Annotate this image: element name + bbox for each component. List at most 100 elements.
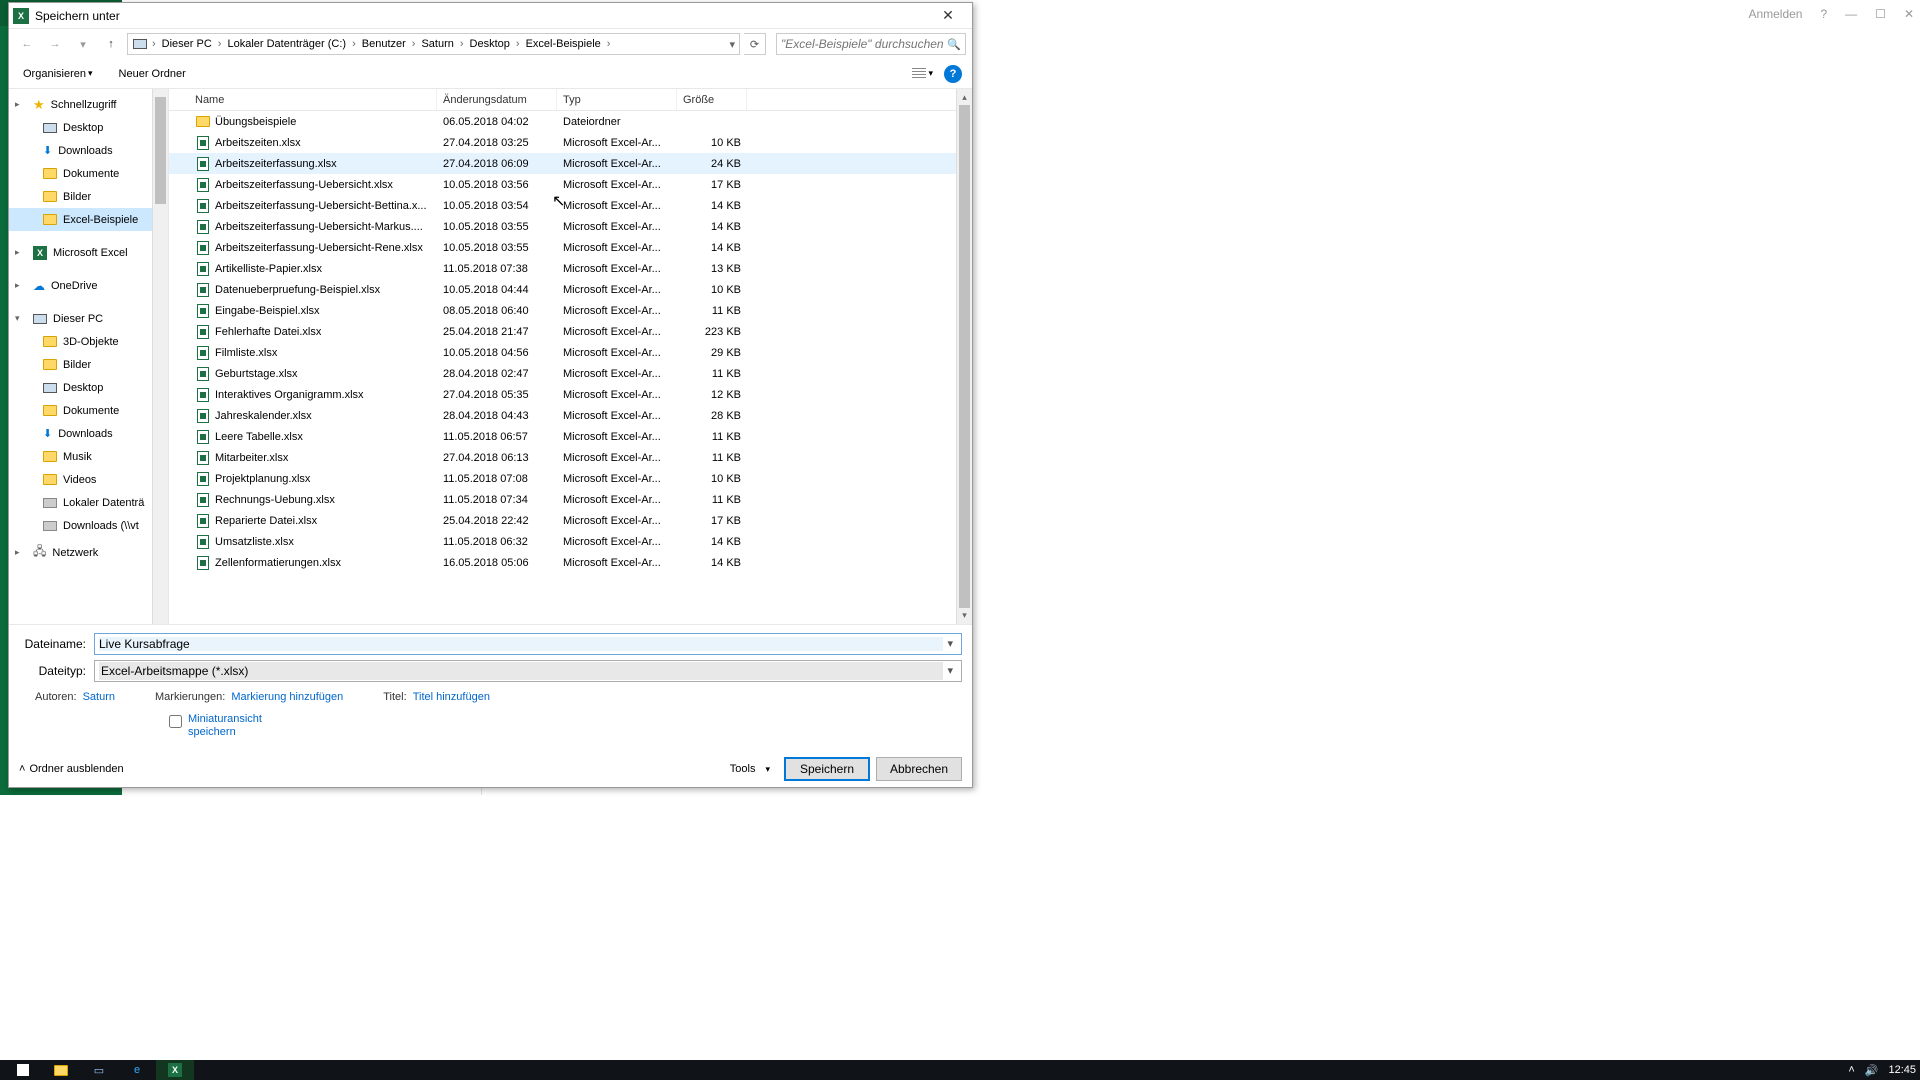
file-row[interactable]: Arbeitszeiterfassung-Uebersicht-Bettina.… bbox=[169, 195, 972, 216]
nav-up-button[interactable]: ↑ bbox=[99, 33, 123, 55]
file-row[interactable]: Leere Tabelle.xlsx11.05.2018 06:57Micros… bbox=[169, 426, 972, 447]
file-row[interactable]: Projektplanung.xlsx11.05.2018 07:08Micro… bbox=[169, 468, 972, 489]
file-row[interactable]: Eingabe-Beispiel.xlsx08.05.2018 06:40Mic… bbox=[169, 300, 972, 321]
filename-input[interactable] bbox=[99, 637, 943, 651]
nav-back-button[interactable]: ← bbox=[15, 33, 39, 55]
file-row[interactable]: Zellenformatierungen.xlsx16.05.2018 05:0… bbox=[169, 552, 972, 573]
hide-folders-button[interactable]: ˄ Ordner ausblenden bbox=[19, 763, 124, 775]
breadcrumb-item[interactable]: Benutzer bbox=[358, 38, 410, 50]
tree-onedrive[interactable]: ▸☁OneDrive bbox=[9, 274, 168, 297]
tree-network[interactable]: ▸🖧Netzwerk bbox=[9, 541, 168, 564]
col-type[interactable]: Typ bbox=[557, 89, 677, 110]
tree-quick-access[interactable]: ▸★Schnellzugriff bbox=[9, 93, 168, 116]
nav-forward-button[interactable]: → bbox=[43, 33, 67, 55]
scrollbar-thumb[interactable] bbox=[959, 105, 970, 608]
file-row[interactable]: Übungsbeispiele06.05.2018 04:02Dateiordn… bbox=[169, 111, 972, 132]
excel-close-icon[interactable]: ✕ bbox=[1904, 7, 1914, 21]
tree-music[interactable]: Musik bbox=[9, 445, 168, 468]
tree-excel-beispiele[interactable]: Excel-Beispiele bbox=[9, 208, 168, 231]
caret-down-icon[interactable]: ▾ bbox=[943, 637, 957, 650]
file-row[interactable]: Interaktives Organigramm.xlsx27.04.2018 … bbox=[169, 384, 972, 405]
search-box[interactable]: 🔍 bbox=[776, 33, 966, 55]
title-value[interactable]: Titel hinzufügen bbox=[413, 691, 490, 703]
cancel-button[interactable]: Abbrechen bbox=[876, 757, 962, 781]
tray-volume-icon[interactable]: 🔊 bbox=[1865, 1064, 1879, 1077]
taskbar-excel-icon[interactable]: X bbox=[156, 1060, 194, 1080]
navigation-tree[interactable]: ▸★Schnellzugriff Desktop ⬇Downloads Doku… bbox=[9, 89, 169, 624]
breadcrumb-item[interactable]: Desktop bbox=[466, 38, 514, 50]
file-row[interactable]: Arbeitszeiten.xlsx27.04.2018 03:25Micros… bbox=[169, 132, 972, 153]
taskbar-edge-icon[interactable]: e bbox=[118, 1060, 156, 1080]
breadcrumb-dropdown-icon[interactable]: ▾ bbox=[727, 38, 737, 51]
file-row[interactable]: Filmliste.xlsx10.05.2018 04:56Microsoft … bbox=[169, 342, 972, 363]
tree-pictures[interactable]: Bilder bbox=[9, 185, 168, 208]
search-input[interactable] bbox=[781, 37, 947, 51]
authors-value[interactable]: Saturn bbox=[83, 691, 115, 703]
scroll-up-icon[interactable]: ▴ bbox=[957, 89, 972, 105]
file-row[interactable]: Rechnungs-Uebung.xlsx11.05.2018 07:34Mic… bbox=[169, 489, 972, 510]
thumbnail-checkbox[interactable] bbox=[169, 715, 182, 728]
excel-minimize-icon[interactable]: — bbox=[1845, 7, 1857, 21]
filename-combo[interactable]: ▾ bbox=[94, 633, 962, 655]
new-folder-button[interactable]: Neuer Ordner bbox=[115, 66, 190, 82]
filetype-combo[interactable]: Excel-Arbeitsmappe (*.xlsx) ▾ bbox=[94, 660, 962, 682]
file-row[interactable]: Arbeitszeiterfassung-Uebersicht-Rene.xls… bbox=[169, 237, 972, 258]
refresh-button[interactable]: ⟳ bbox=[744, 33, 766, 55]
taskbar[interactable]: ▭ e X ˄ 🔊 12:45 bbox=[0, 1060, 1920, 1080]
caret-down-icon[interactable]: ▾ bbox=[943, 664, 957, 677]
file-row[interactable]: Jahreskalender.xlsx28.04.2018 04:43Micro… bbox=[169, 405, 972, 426]
tree-ms-excel[interactable]: ▸XMicrosoft Excel bbox=[9, 241, 168, 264]
file-scrollbar[interactable]: ▴ ▾ bbox=[956, 89, 972, 624]
file-row[interactable]: Artikelliste-Papier.xlsx11.05.2018 07:38… bbox=[169, 258, 972, 279]
file-row[interactable]: Datenueberpruefung-Beispiel.xlsx10.05.20… bbox=[169, 279, 972, 300]
tree-downloads[interactable]: ⬇Downloads bbox=[9, 139, 168, 162]
tree-documents[interactable]: Dokumente bbox=[9, 162, 168, 185]
file-row[interactable]: Reparierte Datei.xlsx25.04.2018 22:42Mic… bbox=[169, 510, 972, 531]
tree-desktop-pc[interactable]: Desktop bbox=[9, 376, 168, 399]
organize-button[interactable]: Organisieren ▾ bbox=[19, 66, 97, 82]
breadcrumb-item[interactable]: Dieser PC bbox=[158, 38, 216, 50]
col-date[interactable]: Änderungsdatum bbox=[437, 89, 557, 110]
nav-recent-button[interactable]: ▾ bbox=[71, 33, 95, 55]
dialog-close-button[interactable]: ✕ bbox=[928, 5, 968, 27]
tree-desktop[interactable]: Desktop bbox=[9, 116, 168, 139]
col-name[interactable]: Name bbox=[189, 89, 437, 110]
scroll-down-icon[interactable]: ▾ bbox=[957, 608, 972, 624]
tree-local-disk[interactable]: Lokaler Datenträ bbox=[9, 491, 168, 514]
breadcrumb-item[interactable]: Excel-Beispiele bbox=[522, 38, 605, 50]
breadcrumb-item[interactable]: Lokaler Datenträger (C:) bbox=[223, 38, 350, 50]
view-mode-button[interactable]: ▾ bbox=[907, 65, 938, 83]
file-row[interactable]: Arbeitszeiterfassung.xlsx27.04.2018 06:0… bbox=[169, 153, 972, 174]
tree-this-pc[interactable]: ▾Dieser PC bbox=[9, 307, 168, 330]
breadcrumb-item[interactable]: Saturn bbox=[417, 38, 457, 50]
tree-3d-objects[interactable]: 3D-Objekte bbox=[9, 330, 168, 353]
start-button[interactable] bbox=[4, 1060, 42, 1080]
tree-scrollbar[interactable] bbox=[152, 89, 168, 624]
file-row[interactable]: Arbeitszeiterfassung-Uebersicht.xlsx10.0… bbox=[169, 174, 972, 195]
tree-downloads-pc[interactable]: ⬇Downloads bbox=[9, 422, 168, 445]
search-icon[interactable]: 🔍 bbox=[947, 38, 961, 51]
tree-pictures-pc[interactable]: Bilder bbox=[9, 353, 168, 376]
taskbar-time[interactable]: 12:45 bbox=[1888, 1064, 1916, 1076]
file-row[interactable]: Arbeitszeiterfassung-Uebersicht-Markus..… bbox=[169, 216, 972, 237]
file-row[interactable]: Fehlerhafte Datei.xlsx25.04.2018 21:47Mi… bbox=[169, 321, 972, 342]
file-row[interactable]: Umsatzliste.xlsx11.05.2018 06:32Microsof… bbox=[169, 531, 972, 552]
file-list[interactable]: Übungsbeispiele06.05.2018 04:02Dateiordn… bbox=[169, 111, 972, 624]
tray-expand-icon[interactable]: ˄ bbox=[1848, 1064, 1854, 1076]
tools-button[interactable]: Tools ▾ bbox=[722, 761, 778, 777]
file-row[interactable]: Mitarbeiter.xlsx27.04.2018 06:13Microsof… bbox=[169, 447, 972, 468]
help-button[interactable]: ? bbox=[944, 65, 962, 83]
excel-help-icon[interactable]: ? bbox=[1820, 7, 1827, 21]
col-size[interactable]: Größe bbox=[677, 89, 747, 110]
tags-value[interactable]: Markierung hinzufügen bbox=[231, 691, 343, 703]
tree-documents-pc[interactable]: Dokumente bbox=[9, 399, 168, 422]
tree-downloads-vt[interactable]: Downloads (\\vt bbox=[9, 514, 168, 537]
breadcrumb[interactable]: › Dieser PC › Lokaler Datenträger (C:) ›… bbox=[127, 33, 740, 55]
save-button[interactable]: Speichern bbox=[784, 757, 870, 781]
taskbar-explorer-icon[interactable] bbox=[42, 1060, 80, 1080]
excel-maximize-icon[interactable]: ☐ bbox=[1875, 7, 1886, 21]
tree-videos[interactable]: Videos bbox=[9, 468, 168, 491]
file-row[interactable]: Geburtstage.xlsx28.04.2018 02:47Microsof… bbox=[169, 363, 972, 384]
excel-signin[interactable]: Anmelden bbox=[1748, 7, 1802, 21]
taskbar-taskview-icon[interactable]: ▭ bbox=[80, 1060, 118, 1080]
